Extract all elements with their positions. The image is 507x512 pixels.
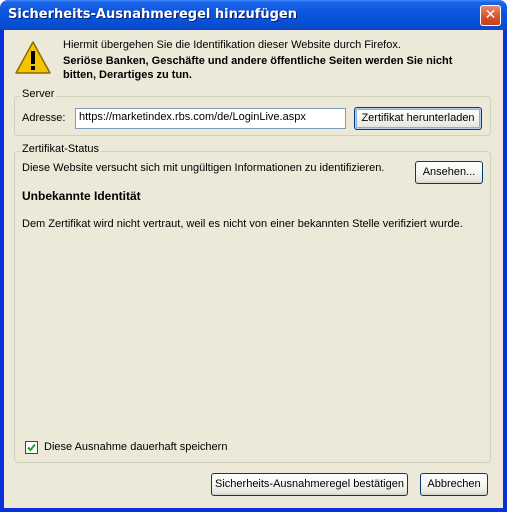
view-certificate-button[interactable]: Ansehen... xyxy=(415,161,483,184)
address-label: Adresse: xyxy=(22,112,66,124)
window-title: Sicherheits-Ausnahmeregel hinzufügen xyxy=(8,7,297,22)
intro-line-1: Hiermit übergehen Sie die Identifikation… xyxy=(63,39,401,51)
dialog-window: Sicherheits-Ausnahmeregel hinzufügen ✕ H… xyxy=(0,0,507,512)
close-icon: ✕ xyxy=(484,7,497,23)
intro-warning-line-2: Seriöse Banken, Geschäfte und andere öff… xyxy=(63,55,453,67)
certificate-status-message: Diese Website versucht sich mit ungültig… xyxy=(22,162,385,174)
intro-warning-line-3: bitten, Derartiges zu tun. xyxy=(63,69,192,81)
view-certificate-label: Ansehen... xyxy=(422,166,476,178)
cancel-label: Abbrechen xyxy=(427,478,481,490)
cancel-button[interactable]: Abbrechen xyxy=(420,473,488,496)
title-bar[interactable]: Sicherheits-Ausnahmeregel hinzufügen ✕ xyxy=(0,0,507,30)
address-input[interactable]: https://marketindex.rbs.com/de/LoginLive… xyxy=(75,108,346,129)
identity-heading: Unbekannte Identität xyxy=(22,189,141,203)
address-input-value: https://marketindex.rbs.com/de/LoginLive… xyxy=(79,111,306,123)
download-certificate-button[interactable]: Zertifikat herunterladen xyxy=(354,107,482,130)
certificate-detail: Dem Zertifikat wird nicht vertraut, weil… xyxy=(22,218,463,230)
confirm-exception-button[interactable]: Sicherheits-Ausnahmeregel bestätigen xyxy=(211,473,408,496)
confirm-exception-label: Sicherheits-Ausnahmeregel bestätigen xyxy=(215,478,404,490)
permanent-exception-label[interactable]: Diese Ausnahme dauerhaft speichern xyxy=(44,441,227,453)
dialog-body: Hiermit übergehen Sie die Identifikation… xyxy=(4,30,503,508)
permanent-exception-checkbox[interactable] xyxy=(25,441,38,454)
checkmark-icon xyxy=(27,443,36,452)
warning-triangle-icon xyxy=(15,41,51,74)
certificate-status-legend: Zertifikat-Status xyxy=(20,143,102,155)
download-certificate-label: Zertifikat herunterladen xyxy=(361,112,475,124)
server-legend: Server xyxy=(20,88,57,100)
close-button[interactable]: ✕ xyxy=(480,5,501,26)
